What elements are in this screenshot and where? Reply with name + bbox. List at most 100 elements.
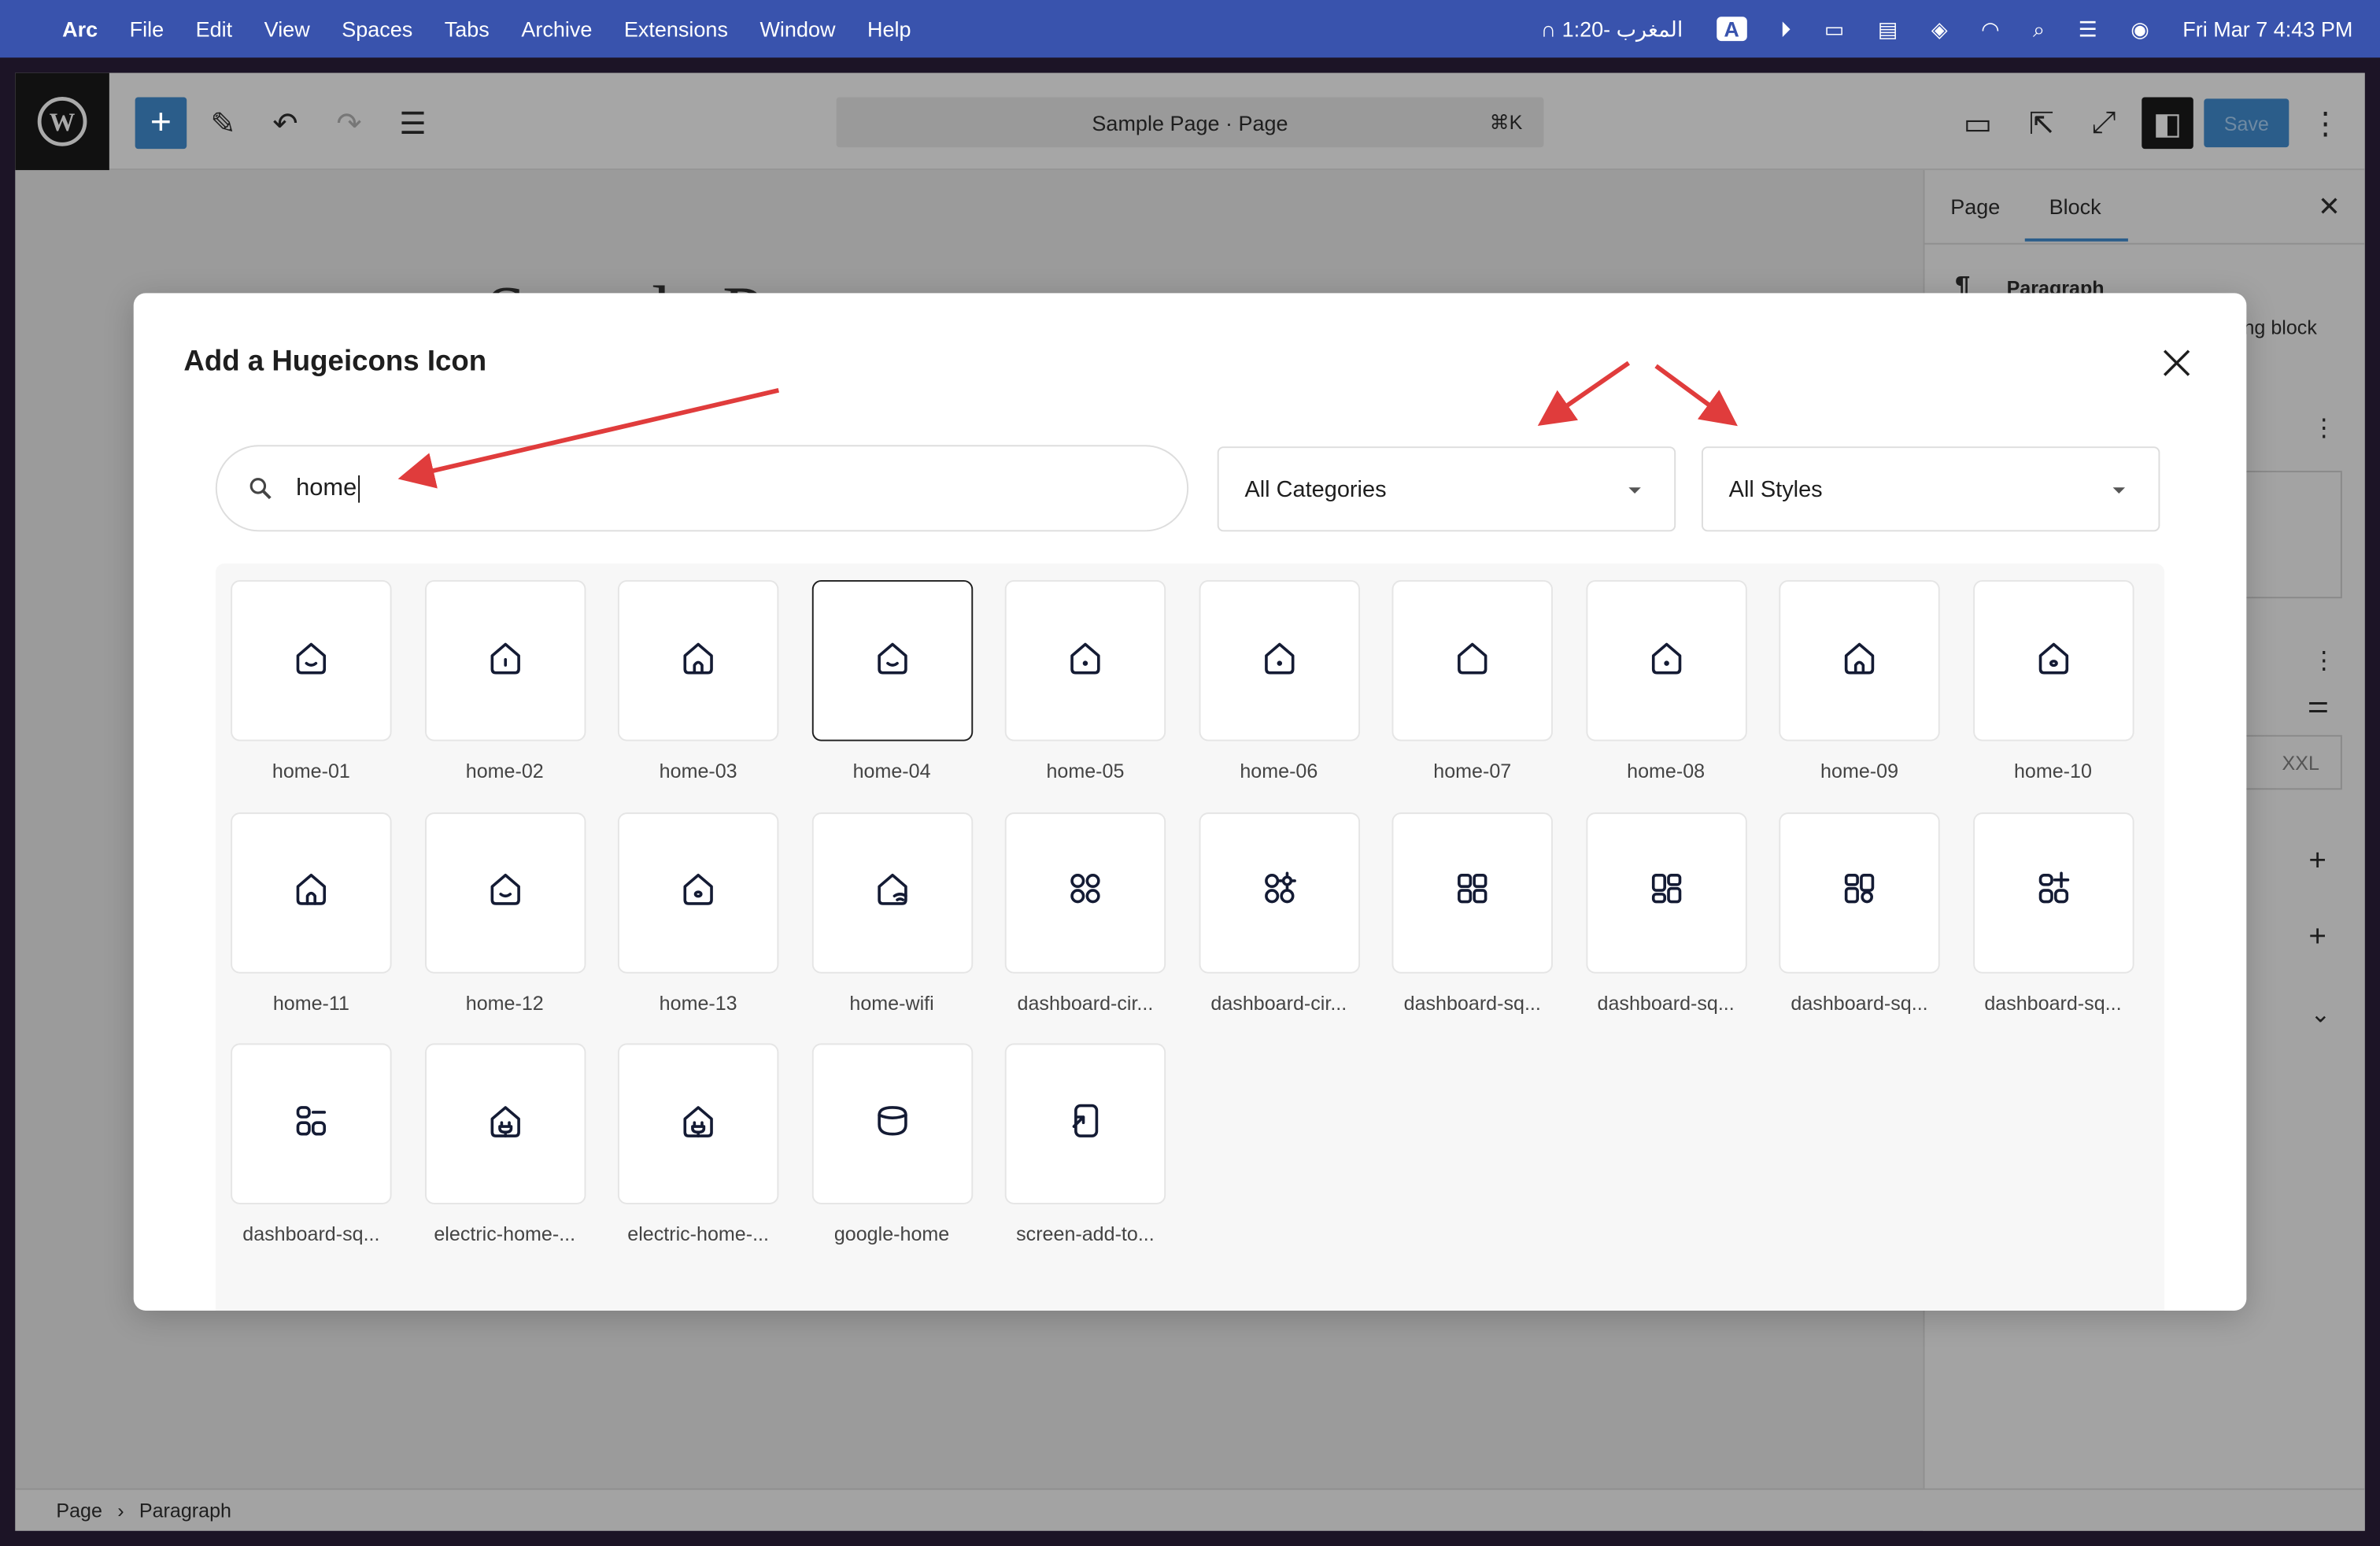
wordpress-logo-icon[interactable]: W [15,72,109,171]
home-plain-icon [1450,634,1495,687]
icon-option-electric-home[interactable] [617,1043,779,1204]
add-icon[interactable]: + [2308,845,2326,879]
icon-option-home-08[interactable] [1585,579,1746,742]
wifi-icon[interactable]: ◠ [1981,16,2000,42]
icon-option-home-07[interactable] [1391,579,1553,742]
search-input[interactable]: home [215,445,1189,532]
menu-extensions[interactable]: Extensions [624,17,728,41]
prayer-text: المغرب -1:20 [1561,16,1683,41]
icon-option-dashboard-cir[interactable] [1004,812,1166,973]
chevron-down-icon[interactable]: ⌄ [2310,999,2330,1030]
siri-icon[interactable]: ◉ [2131,16,2149,42]
external-view-icon[interactable]: ⇱ [2016,97,2068,149]
menu-tabs[interactable]: Tabs [445,17,490,41]
icon-option-home-04[interactable] [811,579,973,742]
desktop-preview-icon[interactable]: ▭ [1952,97,2004,149]
icon-label: home-09 [1820,759,1899,782]
shield-icon[interactable]: ◈ [1931,16,1948,42]
pencil-icon[interactable]: ✎ [198,97,249,149]
fullscreen-icon[interactable]: ⤢ [2078,97,2130,149]
icon-option-dashboard-sq[interactable] [231,1043,392,1204]
home-arch-icon [288,866,334,919]
breadcrumb-paragraph[interactable]: Paragraph [139,1499,231,1522]
icon-label: screen-add-to... [1016,1222,1155,1246]
dash-mixed2-icon [1837,866,1883,919]
redo-icon[interactable]: ↷ [323,97,375,149]
category-select[interactable]: All Categories [1217,446,1676,532]
home-dot-icon [1062,634,1108,687]
icon-option-home-06[interactable] [1198,579,1360,742]
icon-option-google-home[interactable] [811,1043,973,1204]
prayer-time[interactable]: ∩ المغرب -1:20 [1541,16,1683,42]
menu-window[interactable]: Window [759,17,835,41]
add-icon[interactable]: + [2308,920,2326,955]
close-sidebar-icon[interactable]: ✕ [2318,191,2341,224]
home-dot-icon [1256,634,1302,687]
document-bar[interactable]: Sample Page · Page ⌘K [836,97,1544,148]
breadcrumb-page[interactable]: Page [56,1499,102,1522]
icon-option-home-05[interactable] [1004,579,1166,742]
search-icon[interactable]: ⌕ [2033,16,2045,42]
icon-option-home-13[interactable] [617,812,779,973]
icon-option-dashboard-sq[interactable] [1391,812,1553,973]
more-options-icon[interactable]: ⋮ [2312,413,2336,444]
icon-label: home-11 [272,990,349,1014]
icon-option-home-09[interactable] [1779,579,1940,742]
style-select[interactable]: All Styles [1701,446,2160,532]
icon-option-home-01[interactable] [231,579,392,742]
icon-option-home-12[interactable] [424,812,586,973]
home-circle-icon [675,866,721,919]
settings-panel-icon[interactable]: ◧ [2142,97,2193,150]
block-description: ng block [2243,316,2317,339]
chevron-right-icon: › [117,1499,124,1522]
icon-label: home-wifi [849,990,934,1014]
list-view-icon[interactable]: ☰ [387,97,439,149]
icon-option-electric-home[interactable] [424,1043,586,1204]
icon-option-home-02[interactable] [424,579,586,742]
google-home-icon [869,1097,915,1151]
menu-file[interactable]: File [130,17,164,41]
menu-app-name[interactable]: Arc [62,17,98,41]
home-smile-icon [482,866,527,919]
menu-archive[interactable]: Archive [521,17,592,41]
home-arch-icon [675,634,721,687]
icon-option-screen-add-to[interactable] [1004,1043,1166,1204]
dash-square-icon [1450,866,1495,919]
menu-help[interactable]: Help [867,17,911,41]
play-icon[interactable]: ⏵ [1780,16,1791,42]
display-icon[interactable]: ▤ [1878,16,1898,42]
more-options-icon[interactable]: ⋮ [2312,645,2336,676]
search-icon [249,478,272,500]
icon-option-home-10[interactable] [1972,579,2134,742]
menu-spaces[interactable]: Spaces [342,17,412,41]
page-title[interactable]: Sample Page [486,270,941,293]
menu-edit[interactable]: Edit [196,17,233,41]
dash-gear-icon [1256,866,1302,919]
icon-label: dashboard-sq... [1984,990,2122,1014]
control-center-icon[interactable]: ☰ [2079,16,2097,42]
home-plug-icon [675,1097,721,1151]
icon-option-home-03[interactable] [617,579,779,742]
battery-icon[interactable]: ▭ [1824,16,1845,42]
icon-option-home-11[interactable] [231,812,392,973]
icon-option-dashboard-sq[interactable] [1972,812,2134,973]
icon-option-dashboard-sq[interactable] [1779,812,1940,973]
tab-block[interactable]: Block [2049,194,2101,219]
menu-view[interactable]: View [264,17,310,41]
input-source-icon[interactable]: A [1716,17,1747,42]
macos-menubar: Arc File Edit View Spaces Tabs Archive E… [0,0,2380,58]
sliders-icon[interactable]: ⚌ [2307,690,2329,720]
undo-icon[interactable]: ↶ [260,97,312,149]
add-block-icon[interactable]: + [135,97,187,150]
tab-page[interactable]: Page [1950,194,2000,219]
more-options-icon[interactable]: ⋮ [2300,97,2352,149]
icon-label: dashboard-sq... [1597,990,1735,1014]
icon-option-dashboard-sq[interactable] [1585,812,1746,973]
close-icon[interactable] [2160,346,2193,379]
save-button[interactable]: Save [2204,98,2289,148]
icon-option-dashboard-cir[interactable] [1198,812,1360,973]
icon-option-home-wifi[interactable] [811,812,973,973]
datetime[interactable]: Fri Mar 7 4:43 PM [2182,17,2352,41]
home-plug-icon [482,1097,527,1151]
editor-toolbar: W + ✎ ↶ ↷ ☰ Sample Page · Page ⌘K ▭ ⇱ ⤢ ◧… [15,72,2365,171]
